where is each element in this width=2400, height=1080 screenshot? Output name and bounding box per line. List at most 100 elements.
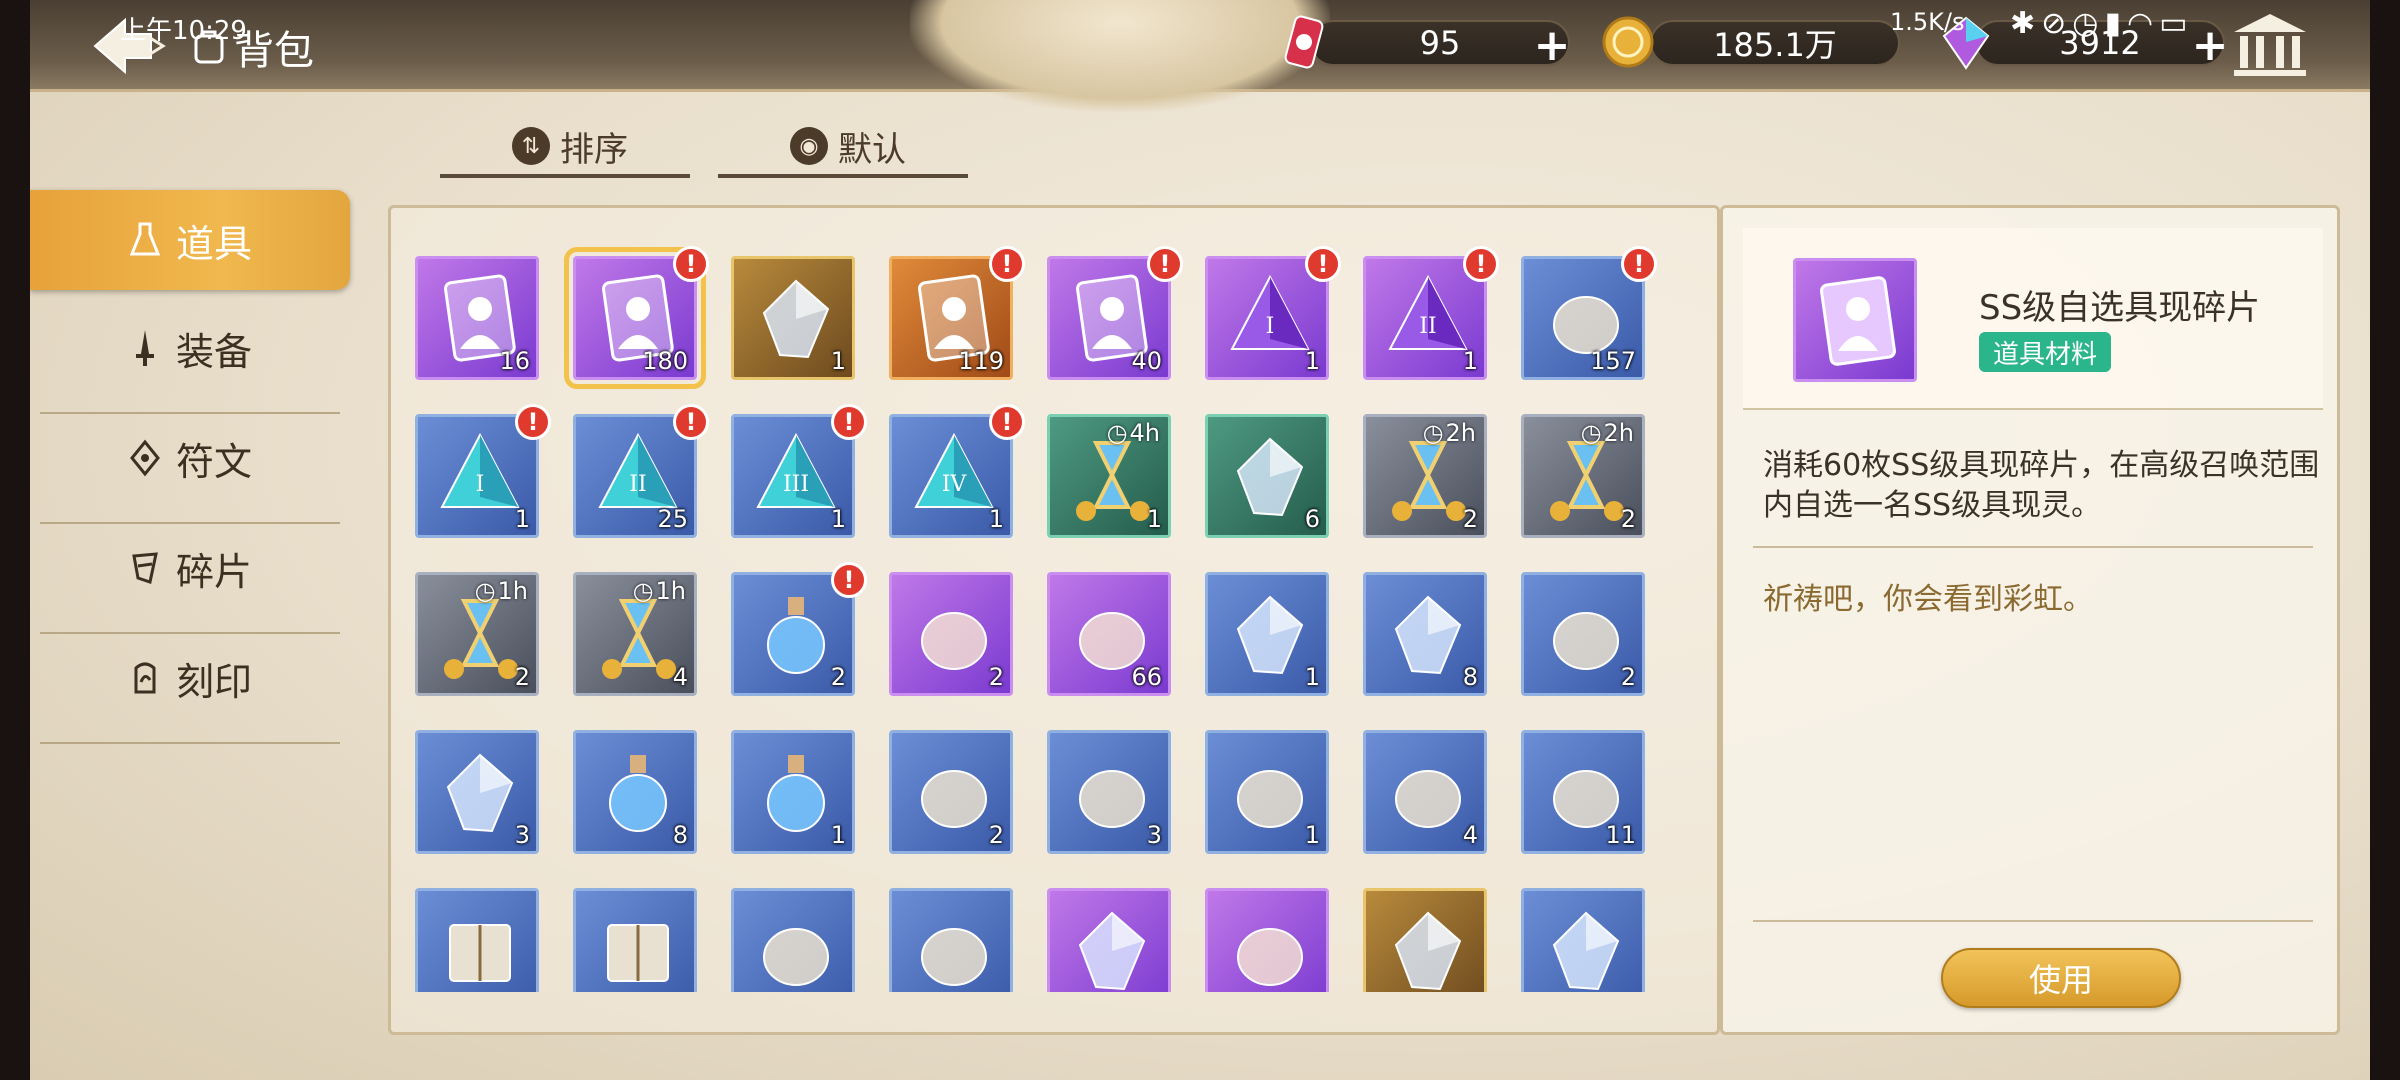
dark-book-icon <box>607 924 669 982</box>
sort-default-label: 默认 <box>838 129 906 170</box>
gold-coin-icon <box>1602 16 1654 68</box>
item-timer-text: 1h <box>655 577 686 605</box>
bank-button[interactable] <box>2230 10 2310 80</box>
item-count: 1 <box>988 505 1004 533</box>
item-timer: ◷ 4h <box>1107 419 1160 447</box>
item-slot[interactable]: 1 <box>1205 730 1329 854</box>
app-root: 上午10:29 背包 95 + 185.1万 3912 + 1.5K/s ✱⊘◷… <box>30 0 2370 1080</box>
item-slot[interactable]: 66 <box>1047 572 1171 696</box>
item-count: 119 <box>958 347 1004 375</box>
item-count: 180 <box>642 347 688 375</box>
battery-icon: ▭ <box>2159 6 2194 41</box>
item-slot[interactable]: 11 <box>1521 730 1645 854</box>
energy-value: 95 <box>1419 24 1461 62</box>
system-status-icons: ✱⊘◷▮◠▭ <box>2010 6 2194 41</box>
item-count: 1 <box>514 505 530 533</box>
sidebar-item-seals[interactable]: 刻印 <box>30 628 350 728</box>
item-slot[interactable]: ◷ 1h 2 <box>415 572 539 696</box>
item-count: 2 <box>1620 505 1636 533</box>
item-slot[interactable]: 3 <box>415 730 539 854</box>
detail-flavor-text: 祈祷吧，你会看到彩虹。 <box>1763 582 2093 617</box>
clock-icon: ◷ <box>474 577 496 605</box>
item-count: 1 <box>830 821 846 849</box>
svg-text:II: II <box>629 472 646 497</box>
sidebar-item-equipment[interactable]: 装备 <box>30 298 350 398</box>
signal-icon: ▮ <box>2104 6 2127 41</box>
item-slot[interactable]: 16 <box>415 256 539 380</box>
item-slot[interactable] <box>731 888 855 992</box>
item-count: 25 <box>657 505 688 533</box>
item-slot[interactable]: 4 <box>1363 730 1487 854</box>
item-count: 6 <box>1304 505 1320 533</box>
sidebar-item-label: 碎片 <box>175 549 252 594</box>
new-alert-badge: ! <box>989 404 1025 440</box>
item-count: 40 <box>1131 347 1162 375</box>
clock-icon: ◷ <box>1422 419 1444 447</box>
item-slot[interactable]: 2 <box>889 730 1013 854</box>
detail-divider <box>1753 546 2313 548</box>
new-alert-badge: ! <box>831 404 867 440</box>
item-count: 1 <box>1304 663 1320 691</box>
item-detail-panel: SS级自选具现碎片 道具材料 消耗60枚SS级具现碎片，在高级召唤范围内自选一名… <box>1720 205 2340 1035</box>
item-count: 1 <box>1462 347 1478 375</box>
item-timer-text: 4h <box>1129 419 1160 447</box>
item-slot[interactable]: ◷ 2h 2 <box>1521 414 1645 538</box>
item-slot[interactable] <box>1363 888 1487 992</box>
item-grid[interactable]: 16 180! 1 119! 40! I1! II1!157! I1! <box>391 208 1717 992</box>
item-slot[interactable]: 2 <box>1521 572 1645 696</box>
top-bar: 上午10:29 背包 95 + 185.1万 3912 + 1.5K/s ✱⊘◷… <box>30 0 2370 112</box>
sidebar-item-shards[interactable]: 碎片 <box>30 518 350 618</box>
mute-icon: ⊘ <box>2041 6 2073 41</box>
item-slot[interactable] <box>1047 888 1171 992</box>
item-slot[interactable] <box>573 888 697 992</box>
page-title-text: 背包 <box>234 28 314 74</box>
item-slot[interactable]: 3 <box>1047 730 1171 854</box>
item-slot[interactable] <box>1521 888 1645 992</box>
detail-header: SS级自选具现碎片 道具材料 <box>1743 228 2323 410</box>
item-timer-text: 2h <box>1445 419 1476 447</box>
item-slot[interactable]: ◷ 4h 1 <box>1047 414 1171 538</box>
sort-order-button[interactable]: ⇅ 排序 <box>440 118 690 178</box>
energy-drink-icon <box>1284 15 1324 69</box>
detail-description: 消耗60枚SS级具现碎片，在高级召唤范围内自选一名SS级具现灵。 <box>1763 448 2320 523</box>
use-button[interactable]: 使用 <box>1941 948 2181 1008</box>
item-count: 8 <box>1462 663 1478 691</box>
clock-icon: ◷ <box>1580 419 1602 447</box>
detail-item-name: SS级自选具现碎片 <box>1979 288 2261 328</box>
item-slot[interactable]: 6 <box>1205 414 1329 538</box>
item-timer-text: 1h <box>497 577 528 605</box>
item-slot[interactable]: 1 <box>731 256 855 380</box>
category-sidebar: 道具 装备 符文 碎片 刻印 <box>30 190 360 770</box>
item-slot[interactable]: 2 <box>889 572 1013 696</box>
clock-icon: ◷ <box>632 577 654 605</box>
item-count: 66 <box>1131 663 1162 691</box>
item-slot[interactable]: ◷ 1h 4 <box>573 572 697 696</box>
item-slot[interactable] <box>415 888 539 992</box>
sidebar-item-label: 刻印 <box>175 659 252 704</box>
detail-item-tag: 道具材料 <box>1979 332 2112 372</box>
sort-icon: ⇅ <box>512 127 550 165</box>
backpack-icon <box>194 30 224 64</box>
item-slot[interactable]: 1 <box>1205 572 1329 696</box>
item-slot[interactable]: ◷ 2h 2 <box>1363 414 1487 538</box>
item-count: 11 <box>1605 821 1636 849</box>
sidebar-item-runes[interactable]: 符文 <box>30 408 350 508</box>
item-count: 1 <box>1304 821 1320 849</box>
alarm-icon: ◷ <box>2072 6 2105 41</box>
item-timer: ◷ 2h <box>1581 419 1634 447</box>
item-slot[interactable]: 8 <box>573 730 697 854</box>
sort-default-button[interactable]: ◉ 默认 <box>718 118 968 178</box>
item-slot[interactable] <box>1205 888 1329 992</box>
medal-icon <box>921 928 987 986</box>
new-alert-badge: ! <box>1305 246 1341 282</box>
sidebar-item-label: 道具 <box>175 221 252 266</box>
gem-add-button[interactable]: + <box>2190 24 2230 68</box>
item-slot[interactable]: 8 <box>1363 572 1487 696</box>
item-count: 4 <box>672 663 688 691</box>
sidebar-item-props[interactable]: 道具 <box>30 190 350 290</box>
item-slot[interactable] <box>889 888 1013 992</box>
energy-add-button[interactable]: + <box>1532 24 1572 68</box>
item-slot[interactable]: 1 <box>731 730 855 854</box>
shard-icon <box>132 552 158 584</box>
seal-icon <box>134 662 156 694</box>
